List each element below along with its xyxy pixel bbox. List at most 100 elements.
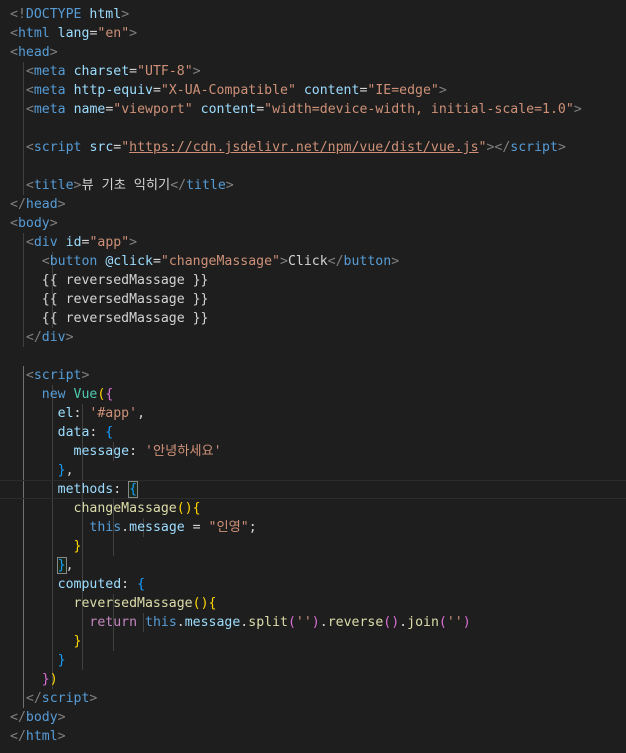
code-line[interactable]: <title>뷰 기초 익히기</title> bbox=[0, 176, 626, 195]
code-line[interactable]: new Vue({ bbox=[0, 385, 626, 404]
code-token: < bbox=[25, 102, 34, 117]
code-line[interactable]: <!DOCTYPE html> bbox=[0, 5, 626, 24]
code-token: html bbox=[89, 7, 122, 22]
code-line[interactable]: reversedMassage(){ bbox=[0, 594, 626, 613]
code-line[interactable]: } bbox=[0, 537, 626, 556]
code-token: 뷰 기초 익히기 bbox=[81, 178, 171, 193]
code-line-text: reversedMassage(){ bbox=[10, 594, 217, 613]
code-token: methods bbox=[57, 482, 114, 497]
code-line-text: computed: { bbox=[10, 575, 145, 594]
code-token: name bbox=[73, 102, 106, 117]
code-token: html bbox=[17, 26, 50, 41]
code-line[interactable]: }, bbox=[0, 556, 626, 575]
code-line-text: <script src="https://cdn.jsdelivr.net/np… bbox=[10, 138, 566, 157]
code-line-text: {{ reversedMassage }} bbox=[10, 309, 209, 328]
code-token: { bbox=[137, 577, 146, 592]
code-line[interactable]: computed: { bbox=[0, 575, 626, 594]
code-line[interactable]: <button @click="changeMassage">Click</bu… bbox=[0, 252, 626, 271]
code-line[interactable]: </script> bbox=[0, 689, 626, 708]
code-line[interactable]: } bbox=[0, 632, 626, 651]
code-token: </ bbox=[170, 178, 187, 193]
code-token: : bbox=[113, 482, 130, 497]
code-line[interactable]: <meta charset="UTF-8"> bbox=[0, 62, 626, 81]
code-token: > bbox=[280, 254, 288, 269]
code-line[interactable]: </div> bbox=[0, 328, 626, 347]
code-line[interactable]: <body> bbox=[0, 214, 626, 233]
code-line[interactable]: data: { bbox=[0, 423, 626, 442]
code-line[interactable]: {{ reversedMassage }} bbox=[0, 271, 626, 290]
code-line[interactable]: changeMassage(){ bbox=[0, 499, 626, 518]
code-token: < bbox=[10, 216, 18, 231]
code-token: > bbox=[65, 330, 74, 345]
code-token: reversedMassage bbox=[73, 596, 193, 611]
code-line[interactable]: el: '#app', bbox=[0, 404, 626, 423]
code-line[interactable]: <meta http-equiv="X-UA-Compatible" conte… bbox=[0, 81, 626, 100]
code-token: el bbox=[57, 406, 74, 421]
code-line[interactable]: {{ reversedMassage }} bbox=[0, 290, 626, 309]
code-token: } bbox=[73, 634, 82, 649]
code-line[interactable]: methods: { bbox=[0, 480, 626, 499]
code-token: > bbox=[129, 235, 138, 250]
code-line[interactable]: </body> bbox=[0, 708, 626, 727]
code-line[interactable] bbox=[0, 347, 626, 366]
code-token: '' bbox=[446, 615, 463, 630]
code-line[interactable] bbox=[0, 119, 626, 138]
code-token: script bbox=[41, 691, 90, 706]
code-token: { bbox=[208, 596, 217, 611]
code-line[interactable]: <head> bbox=[0, 43, 626, 62]
code-token: , bbox=[65, 558, 74, 573]
code-token: </ bbox=[25, 330, 42, 345]
code-line-text: <html lang="en"> bbox=[10, 24, 137, 43]
code-token: meta bbox=[33, 83, 66, 98]
code-line[interactable]: <div id="app"> bbox=[0, 233, 626, 252]
code-token: "en" bbox=[97, 26, 130, 41]
code-token: > bbox=[57, 197, 66, 212]
code-line[interactable] bbox=[0, 157, 626, 176]
code-line[interactable]: <script src="https://cdn.jsdelivr.net/np… bbox=[0, 138, 626, 157]
code-editor[interactable]: <!DOCTYPE html> <html lang="en"> <head> <m… bbox=[0, 0, 626, 753]
code-line-text: el: '#app', bbox=[10, 404, 145, 423]
code-line[interactable]: return this.message.split('').reverse().… bbox=[0, 613, 626, 632]
code-token: '안녕하세요' bbox=[145, 444, 222, 459]
code-line-text: <head> bbox=[10, 43, 58, 62]
code-token: < bbox=[25, 140, 34, 155]
code-line-text: <meta http-equiv="X-UA-Compatible" conte… bbox=[10, 81, 447, 100]
code-line[interactable]: <script> bbox=[0, 366, 626, 385]
code-line[interactable]: </head> bbox=[0, 195, 626, 214]
code-token: { bbox=[105, 425, 114, 440]
code-token: </ bbox=[327, 254, 344, 269]
code-line[interactable]: }, bbox=[0, 461, 626, 480]
code-token: script bbox=[33, 368, 82, 383]
code-token: } bbox=[56, 557, 67, 574]
code-line[interactable]: }) bbox=[0, 670, 626, 689]
code-token: > bbox=[49, 45, 58, 60]
code-token: () bbox=[176, 501, 193, 516]
code-token: : bbox=[129, 444, 145, 459]
code-line[interactable]: {{ reversedMassage }} bbox=[0, 309, 626, 328]
code-line[interactable]: <meta name="viewport" content="width=dev… bbox=[0, 100, 626, 119]
code-token: { bbox=[128, 481, 139, 498]
code-line[interactable]: <html lang="en"> bbox=[0, 24, 626, 43]
code-token: message bbox=[184, 615, 241, 630]
code-line-text: </body> bbox=[10, 708, 66, 727]
code-token: src bbox=[89, 140, 114, 155]
code-line[interactable]: this.message = "인영"; bbox=[0, 518, 626, 537]
code-line[interactable]: </html> bbox=[0, 727, 626, 746]
code-token: body bbox=[25, 710, 58, 725]
code-token: "UTF-8" bbox=[137, 64, 193, 79]
code-line[interactable]: } bbox=[0, 651, 626, 670]
code-token: {{ reversedMassage }} bbox=[10, 311, 209, 326]
code-token: {{ reversedMassage }} bbox=[10, 292, 209, 307]
code-token: button bbox=[343, 254, 392, 269]
code-line[interactable]: message: '안녕하세요' bbox=[0, 442, 626, 461]
